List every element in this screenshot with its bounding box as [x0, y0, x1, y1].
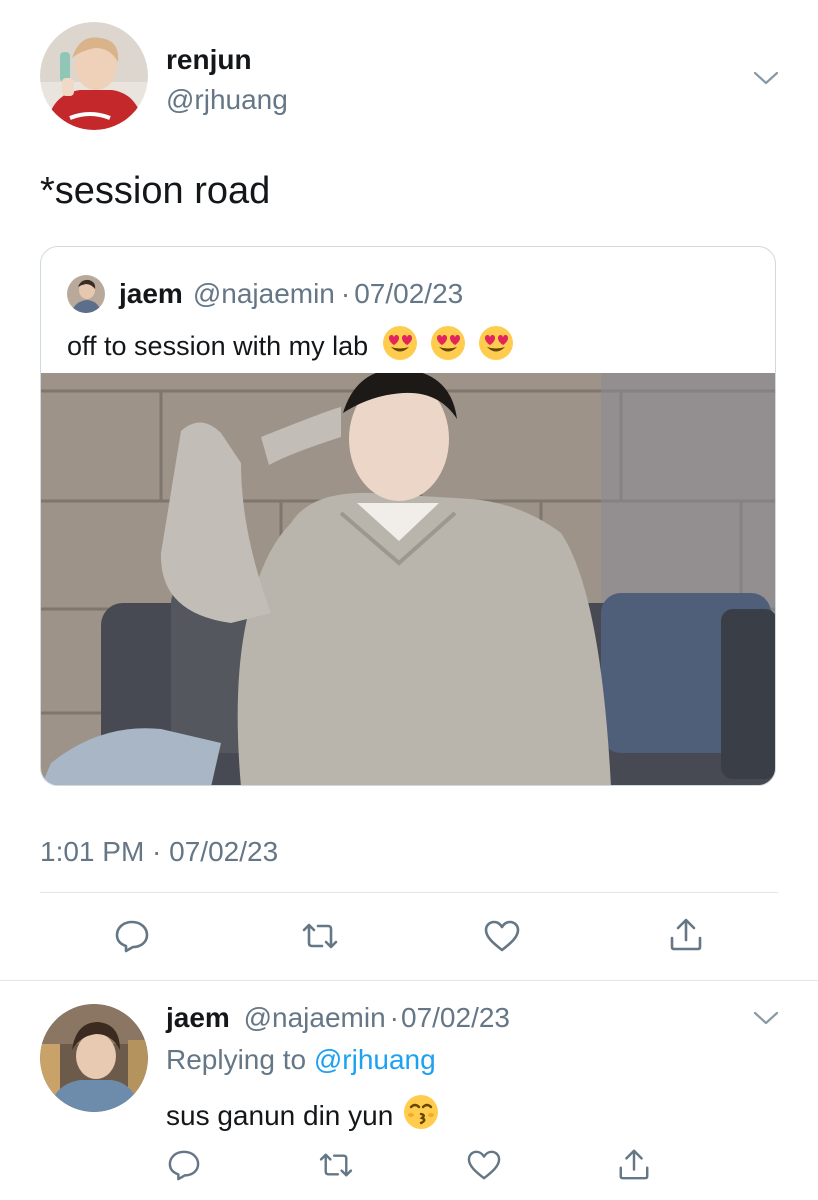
replying-to-prefix: Replying to	[166, 1044, 307, 1075]
quoted-tweet-text: off to session with my lab	[67, 331, 369, 361]
reply-header: jaem @najaemin ·07/02/23	[166, 1002, 510, 1034]
quoted-author-avatar	[67, 275, 105, 313]
reply-separator: ·	[389, 1002, 399, 1033]
quoted-tweet-card[interactable]: jaem @najaemin · 07/02/23 off to session…	[40, 246, 776, 786]
section-divider	[0, 980, 818, 981]
main-author-avatar[interactable]	[40, 22, 148, 130]
more-options-chevron-icon[interactable]	[752, 66, 780, 90]
reply-retweet-button[interactable]	[314, 1146, 358, 1184]
quoted-separator: ·	[340, 278, 351, 309]
reply-like-button[interactable]	[464, 1146, 504, 1184]
reply-author-avatar[interactable]	[40, 1004, 148, 1112]
main-author-name[interactable]: renjun	[166, 44, 252, 76]
reply-button[interactable]	[112, 916, 152, 956]
quoted-author-handle: @najaemin	[192, 278, 335, 309]
reply-share-button[interactable]	[614, 1144, 654, 1184]
share-icon	[670, 918, 702, 951]
reply-author-handle[interactable]: @najaemin	[244, 1002, 386, 1033]
reply-reply-button[interactable]	[164, 1146, 204, 1184]
heart-eyes-emoji-icon	[478, 325, 514, 368]
share-button[interactable]	[666, 914, 706, 954]
heart-eyes-emoji-icon	[382, 325, 418, 368]
retweet-icon	[302, 923, 338, 949]
reply-icon	[168, 1150, 200, 1181]
reply-date[interactable]: 07/02/23	[401, 1002, 510, 1033]
quoted-tweet-text-row: off to session with my lab	[67, 325, 514, 368]
reply-author-name[interactable]: jaem	[166, 1002, 230, 1033]
like-button[interactable]	[482, 916, 522, 956]
divider	[40, 892, 778, 893]
reply-text-row: sus ganun din yun	[166, 1094, 439, 1137]
retweet-button[interactable]	[298, 916, 342, 956]
replying-to-link[interactable]: @rjhuang	[314, 1044, 436, 1075]
heart-icon	[467, 1150, 501, 1180]
heart-eyes-emoji-icon	[430, 325, 466, 368]
retweet-icon	[319, 1153, 353, 1177]
share-icon	[619, 1149, 649, 1180]
kissing-emoji-icon	[403, 1094, 439, 1137]
replying-to-line: Replying to @rjhuang	[166, 1044, 436, 1076]
reply-icon	[115, 920, 149, 953]
quoted-author-name: jaem	[119, 278, 183, 309]
main-author-handle[interactable]: @rjhuang	[166, 84, 288, 116]
main-tweet-text: *session road	[40, 170, 271, 212]
main-tweet-timestamp[interactable]: 1:01 PM · 07/02/23	[40, 836, 278, 868]
reply-more-chevron-icon[interactable]	[752, 1006, 780, 1030]
heart-icon	[484, 920, 520, 952]
reply-text: sus ganun din yun	[166, 1099, 394, 1131]
quoted-date: 07/02/23	[354, 278, 464, 309]
quoted-tweet-photo[interactable]	[41, 368, 775, 785]
quoted-tweet-header: jaem @najaemin · 07/02/23	[67, 275, 463, 313]
